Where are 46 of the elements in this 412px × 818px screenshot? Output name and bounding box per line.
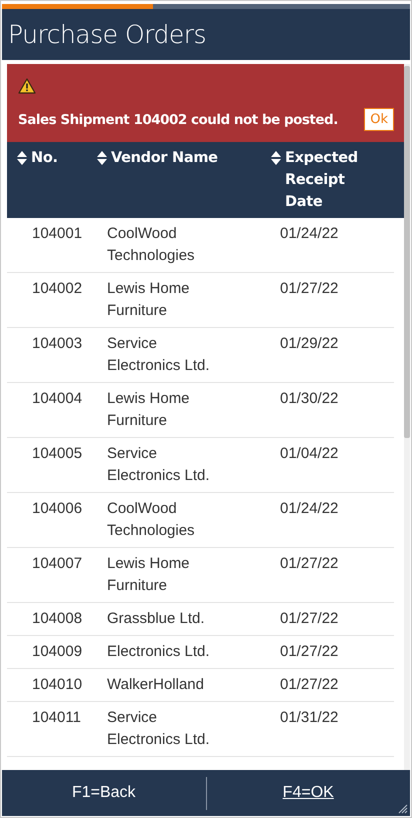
sort-icon[interactable] [17, 151, 27, 165]
resize-grip-icon[interactable] [398, 804, 408, 814]
table-cell-text: Lewis Home Furniture [107, 554, 191, 596]
table-cell: 01/31/22 [280, 709, 338, 726]
error-message: Sales Shipment 104002 could not be posted. [18, 112, 338, 128]
scrollbar[interactable] [404, 64, 410, 770]
table-cell: 01/30/22 [280, 390, 338, 407]
table-cell: 01/24/22 [280, 225, 338, 242]
table-cell: 01/04/22 [280, 445, 338, 462]
table-cell: 01/27/22 [280, 280, 338, 297]
table-cell: 104002 [32, 280, 82, 297]
table-cell-text: Lewis Home Furniture [107, 389, 191, 431]
table-cell: 104004 [32, 390, 82, 407]
table-cell: 01/29/22 [280, 335, 338, 352]
table-cell-text: CoolWood Technologies [107, 224, 196, 266]
table-cell-text: WalkerHolland [107, 675, 205, 695]
table-cell-text: Service Electronics Ltd. [107, 444, 211, 486]
window-title: Purchase Orders [8, 20, 206, 49]
table-cell-text: Service Electronics Ltd. [107, 334, 211, 376]
table-cell: 01/24/22 [280, 500, 338, 517]
table-cell: 104011 [32, 709, 81, 726]
column-header[interactable]: Expected Receipt Date [285, 147, 365, 213]
column-header[interactable]: Vendor Name [111, 147, 218, 169]
table-cell: 104001 [32, 225, 82, 242]
function-key-button[interactable]: F4=OK [206, 778, 410, 808]
table-cell: 01/27/22 [280, 555, 338, 572]
warning-icon [18, 78, 36, 94]
table-cell-text: Service Electronics Ltd. [107, 708, 211, 750]
table-cell: 01/27/22 [280, 676, 338, 693]
table-cell: 01/27/22 [280, 643, 338, 660]
sort-icon[interactable] [97, 151, 107, 165]
table-cell-text: CoolWood Technologies [107, 499, 196, 541]
table-cell: 104009 [32, 643, 82, 660]
table-cell: 104007 [32, 555, 82, 572]
sort-icon[interactable] [271, 151, 281, 165]
table-cell-text: Electronics Ltd. [107, 642, 211, 662]
column-header[interactable]: No. [31, 147, 58, 169]
table-cell: 104008 [32, 610, 82, 627]
table-cell: 104006 [32, 500, 82, 517]
table-cell: 104005 [32, 445, 82, 462]
function-key-button[interactable]: F1=Back [2, 778, 206, 808]
table-cell: 104010 [32, 676, 82, 693]
table-cell: 01/27/22 [280, 610, 338, 627]
table-cell: 104003 [32, 335, 82, 352]
table-cell-text: Grassblue Ltd. [107, 609, 206, 629]
table-cell-text: Lewis Home Furniture [107, 279, 191, 321]
